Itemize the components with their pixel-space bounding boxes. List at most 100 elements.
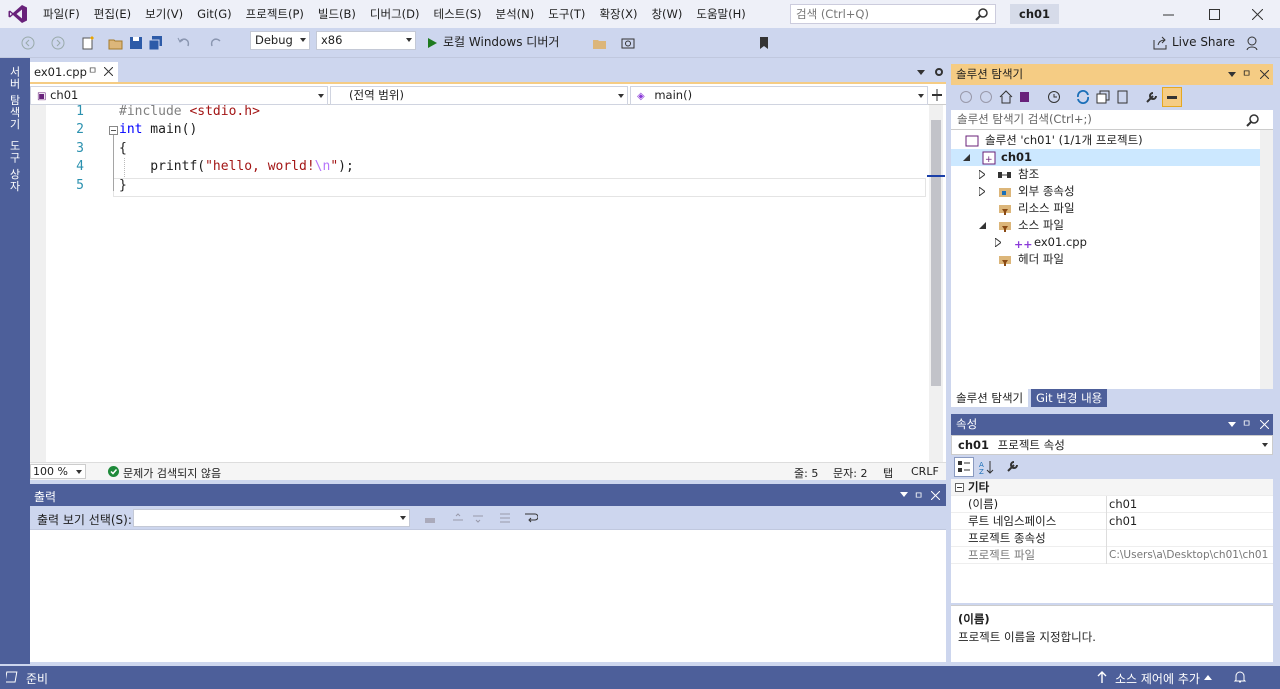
bookmark-icon[interactable] — [756, 35, 772, 51]
open-file-icon[interactable] — [108, 35, 124, 51]
toolbox-tab[interactable]: 도구 상자 — [6, 140, 22, 193]
close-icon[interactable] — [931, 491, 940, 500]
find-in-files-icon[interactable] — [592, 35, 608, 51]
tree-item-header-files[interactable]: 헤더 파일 — [951, 251, 1273, 268]
menu-window[interactable]: 창(W) — [644, 0, 689, 28]
menu-file[interactable]: 파일(F) — [36, 0, 87, 28]
close-icon[interactable] — [1260, 70, 1269, 79]
tab-dropdown-icon[interactable] — [917, 70, 925, 75]
next-message-icon[interactable] — [471, 511, 485, 525]
menu-analyze[interactable]: 분석(N) — [489, 0, 542, 28]
find-message-icon[interactable] — [423, 511, 437, 525]
categorized-icon[interactable] — [954, 457, 974, 477]
split-editor-icon[interactable] — [931, 89, 943, 101]
undo-icon[interactable] — [176, 35, 192, 51]
property-value[interactable]: ch01 — [1109, 513, 1273, 530]
menu-project[interactable]: 프로젝트(P) — [239, 0, 311, 28]
tab-ex01-cpp[interactable]: ex01.cpp ㅁ — [30, 62, 118, 84]
category-row[interactable]: 기타 — [951, 479, 1273, 496]
home-icon[interactable] — [999, 90, 1013, 104]
clear-all-icon[interactable] — [498, 511, 512, 525]
tree-item-solution[interactable]: 솔루션 'ch01' (1/1개 프로젝트) — [951, 132, 1273, 149]
settings-gear-icon[interactable] — [934, 67, 944, 77]
member-select[interactable]: ◈ main() — [630, 86, 928, 105]
save-icon[interactable] — [128, 35, 144, 51]
issues-status[interactable]: 문제가 검색되지 않음 — [123, 465, 221, 481]
line-indicator[interactable]: 줄: 5 — [794, 465, 818, 481]
server-explorer-tab[interactable]: 서버 탐색기 — [6, 66, 22, 131]
tree-item-ex01-cpp[interactable]: ++ ex01.cpp — [951, 234, 1273, 251]
close-icon[interactable] — [1260, 420, 1269, 429]
property-pages-icon[interactable] — [1006, 459, 1020, 473]
sync-icon[interactable] — [1076, 90, 1090, 104]
menu-extensions[interactable]: 확장(X) — [592, 0, 644, 28]
menu-build[interactable]: 빌드(B) — [311, 0, 363, 28]
minimize-icon[interactable] — [1145, 0, 1191, 28]
menu-view[interactable]: 보기(V) — [138, 0, 190, 28]
menu-tools[interactable]: 도구(T) — [541, 0, 592, 28]
vs-logo-icon[interactable] — [0, 0, 36, 28]
word-wrap-icon[interactable] — [524, 511, 538, 525]
tab-git-changes[interactable]: Git 변경 내용 — [1031, 389, 1108, 407]
close-icon[interactable] — [1234, 0, 1280, 28]
properties-object-select[interactable]: ch01 프로젝트 속성 — [951, 435, 1273, 455]
notifications-bell-icon[interactable] — [1233, 670, 1247, 684]
forward-icon[interactable] — [979, 90, 993, 104]
pin-icon[interactable]: ㅁ — [1242, 64, 1251, 85]
liveshare-label[interactable]: Live Share — [1172, 35, 1235, 49]
menu-git[interactable]: Git(G) — [190, 0, 239, 28]
feedback-icon[interactable] — [1244, 35, 1260, 51]
screenshot-icon[interactable] — [620, 35, 636, 51]
pending-changes-icon[interactable] — [1047, 90, 1061, 104]
properties-wrench-icon[interactable] — [1145, 90, 1159, 104]
menu-test[interactable]: 테스트(S) — [427, 0, 489, 28]
platform-select[interactable]: x86 — [316, 31, 416, 50]
save-all-icon[interactable] — [148, 35, 164, 51]
pin-icon[interactable]: ㅁ — [1242, 414, 1251, 435]
eol-indicator[interactable]: CRLF — [911, 465, 939, 478]
tree-item-resource-files[interactable]: 리소스 파일 — [951, 200, 1273, 217]
new-project-icon[interactable] — [80, 35, 96, 51]
property-value[interactable]: C:\Users\a\Desktop\ch01\ch01 — [1109, 547, 1273, 564]
scrollbar-thumb[interactable] — [931, 120, 941, 386]
maximize-icon[interactable] — [1191, 0, 1237, 28]
show-all-files-icon[interactable] — [1116, 90, 1130, 104]
zoom-select[interactable]: 100 % — [30, 464, 86, 479]
panel-dropdown-icon[interactable] — [900, 492, 908, 497]
configuration-select[interactable]: Debug — [250, 31, 310, 50]
context-select[interactable]: (전역 범위) — [330, 86, 628, 105]
alphabetical-icon[interactable]: AZ — [979, 459, 995, 475]
tree-item-external-deps[interactable]: 외부 종속성 — [951, 183, 1273, 200]
menu-edit[interactable]: 편집(E) — [87, 0, 138, 28]
collapse-all-icon[interactable] — [1096, 90, 1110, 104]
redo-icon[interactable] — [208, 35, 224, 51]
back-icon[interactable] — [959, 90, 973, 104]
liveshare-icon[interactable] — [1152, 35, 1168, 51]
tree-item-project[interactable]: + ch01 — [951, 149, 1273, 166]
project-badge[interactable]: ch01 — [1010, 4, 1060, 24]
tab-indicator[interactable]: 탭 — [883, 465, 893, 481]
navigate-back-icon[interactable] — [20, 35, 36, 51]
property-row[interactable]: 루트 네임스페이스 ch01 — [951, 513, 1273, 530]
tree-scrollbar[interactable] — [1260, 130, 1273, 389]
property-value[interactable]: ch01 — [1109, 496, 1273, 513]
property-row[interactable]: 프로젝트 파일 C:\Users\a\Desktop\ch01\ch01 — [951, 547, 1273, 564]
run-debugger-button[interactable]: 로컬 Windows 디버거 — [443, 33, 559, 50]
panel-dropdown-icon[interactable] — [1228, 422, 1236, 427]
menu-help[interactable]: 도움말(H) — [689, 0, 752, 28]
prev-message-icon[interactable] — [451, 511, 465, 525]
property-row[interactable]: 프로젝트 종속성 — [951, 530, 1273, 547]
pin-icon[interactable]: ㅁ — [914, 487, 923, 502]
tree-item-references[interactable]: 참조 — [951, 166, 1273, 183]
menu-debug[interactable]: 디버그(D) — [363, 0, 427, 28]
tab-solution-explorer[interactable]: 솔루션 탐색기 — [951, 389, 1029, 407]
switch-views-icon[interactable] — [1019, 90, 1033, 104]
play-icon[interactable] — [424, 35, 440, 51]
output-source-select[interactable] — [133, 509, 410, 527]
property-row[interactable]: (이름) ch01 — [951, 496, 1273, 513]
search-input[interactable]: 검색 (Ctrl+Q) — [790, 4, 996, 24]
column-indicator[interactable]: 문자: 2 — [833, 465, 867, 481]
close-tab-icon[interactable] — [104, 67, 113, 76]
pin-icon[interactable]: ㅁ — [88, 62, 97, 82]
add-to-source-control-button[interactable]: 소스 제어에 추가 — [1115, 670, 1200, 687]
